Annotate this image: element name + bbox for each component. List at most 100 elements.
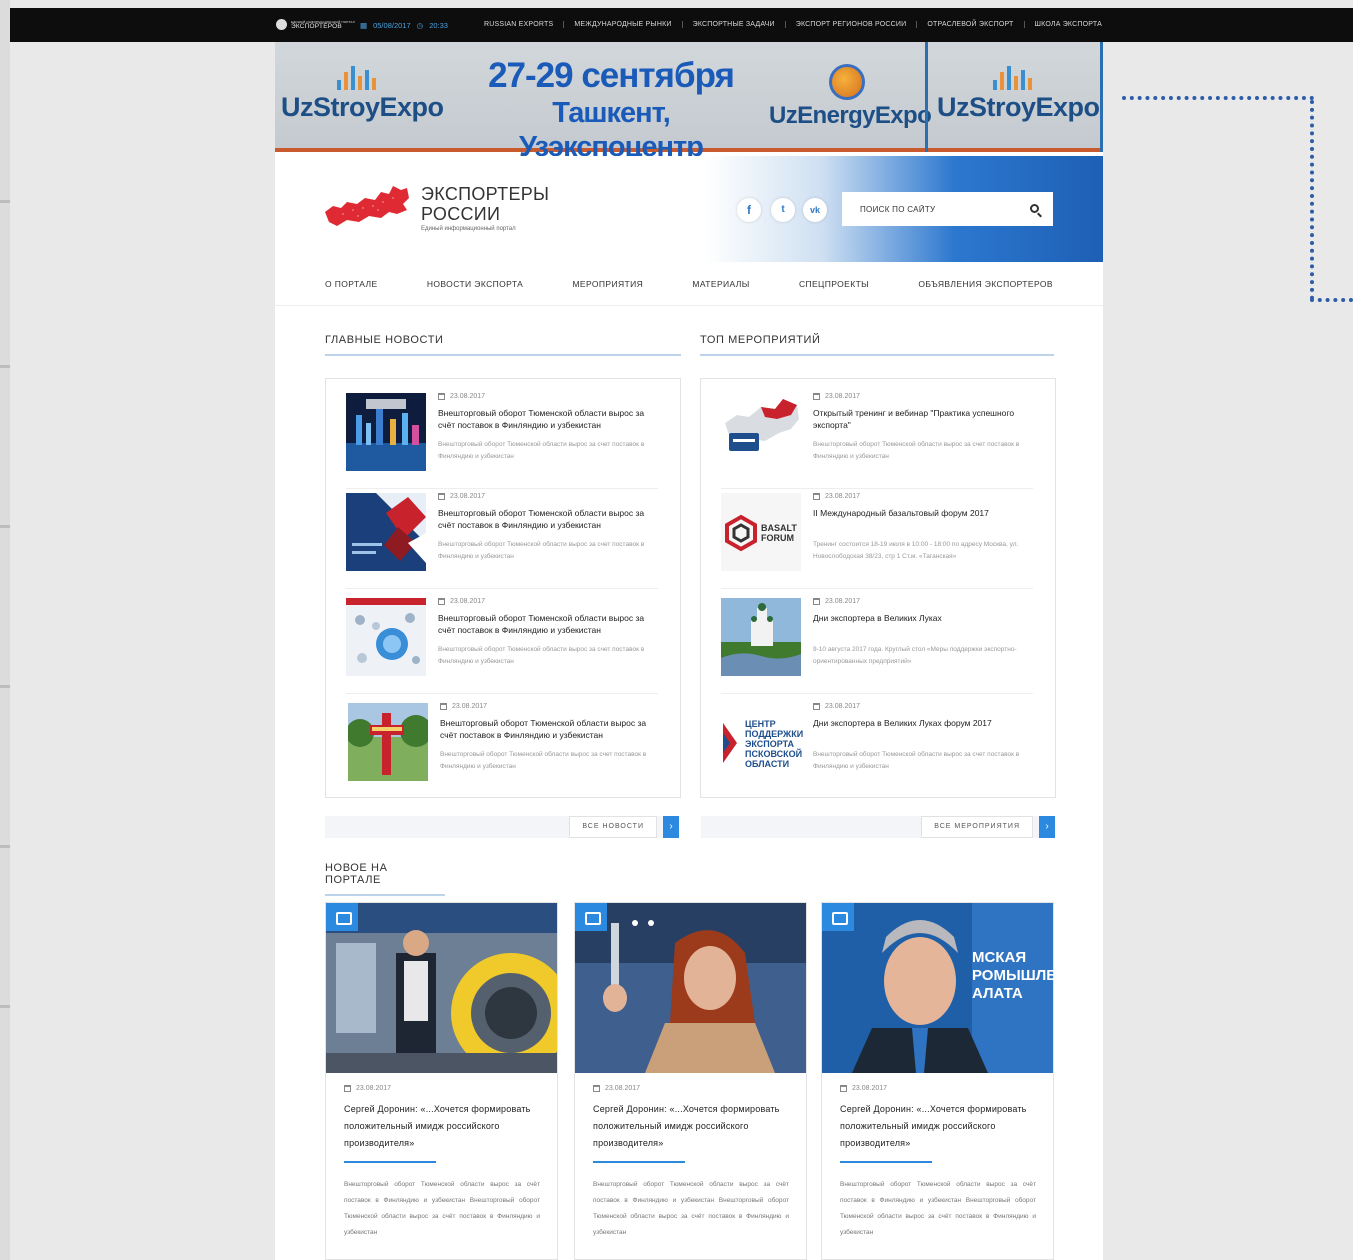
news-desc: Внешторговый оборот Тюменской области вы… — [440, 751, 647, 770]
event-thumb-map — [721, 393, 801, 471]
search-box — [842, 192, 1053, 226]
time-text: 20:33 — [429, 21, 448, 30]
site-container: UzStroyExpo 27-29 сентября Ташкент, Узэк… — [275, 42, 1103, 1260]
facebook-icon[interactable]: f — [737, 198, 761, 222]
news-title[interactable]: Внешторговый оборот Тюменской области вы… — [438, 507, 663, 531]
nav-item-events[interactable]: МЕРОПРИЯТИЯ — [572, 279, 643, 289]
event-item[interactable]: ЦЕНТР ПОДДЕРЖКИ ЭКСПОРТА ПСКОВСКОЙ ОБЛАС… — [721, 703, 1033, 799]
news-thumb-city — [346, 393, 426, 471]
dotted-line-decoration — [1310, 100, 1314, 300]
event-item[interactable]: 23.08.2017 Дни экспортера в Великих Лука… — [721, 598, 1033, 694]
vk-icon[interactable]: vk — [803, 198, 827, 222]
events-box: 23.08.2017 Открытый тренинг и вебинар "П… — [700, 378, 1056, 798]
datetime: ▦ 05/08/2017 ◷ 20:33 — [360, 21, 448, 30]
nav-item-special[interactable]: СПЕЦПРОЕКТЫ — [799, 279, 869, 289]
nav-item-news[interactable]: НОВОСТИ ЭКСПОРТА — [427, 279, 523, 289]
mini-logo-line2: ЭКСПОРТЕРОВ — [291, 22, 342, 30]
camera-icon — [575, 903, 607, 931]
card-desc: Внешторговый оборот Тюменской области вы… — [344, 1181, 540, 1236]
clock-icon: ◷ — [416, 21, 424, 30]
top-nav-item[interactable]: ШКОЛА ЭКСПОРТА — [1023, 21, 1112, 28]
news-item[interactable]: 23.08.2017 Внешторговый оборот Тюменской… — [346, 493, 658, 589]
banner-date: 27-29 сентября — [488, 56, 735, 95]
news-desc: Внешторговый оборот Тюменской области вы… — [438, 646, 645, 665]
news-more-bar: ВСЕ НОВОСТИ › — [325, 816, 679, 838]
top-nav-item[interactable]: МЕЖДУНАРОДНЫЕ РЫНКИ — [563, 21, 681, 28]
site-title[interactable]: ЭКСПОРТЕРЫ РОССИИ — [421, 184, 549, 224]
main-nav: О ПОРТАЛЕ НОВОСТИ ЭКСПОРТА МЕРОПРИЯТИЯ М… — [275, 262, 1103, 306]
calendar-icon — [813, 393, 820, 400]
top-bar: ЕДИНЫЙ ИНФОРМАЦИОННЫЙ ПОРТАЛ ЭКСПОРТЕРОВ… — [10, 8, 1353, 42]
center-label: ЦЕНТР ПОДДЕРЖКИ ЭКСПОРТА ПСКОВСКОЙ ОБЛАС… — [745, 719, 804, 769]
search-input[interactable] — [842, 192, 1022, 226]
card-title[interactable]: Сергей Доронин: «...Хочется формировать … — [593, 1101, 793, 1152]
uzenergyexpo-logo: UzEnergyExpo — [769, 64, 932, 130]
uzstroyexpo-logo-left: UzStroyExpo — [281, 64, 444, 123]
globe-icon — [276, 19, 287, 30]
news-item[interactable]: 23.08.2017 Внешторговый оборот Тюменской… — [346, 598, 658, 694]
news-item[interactable]: 23.08.2017 Внешторговый оборот Тюменской… — [346, 393, 658, 489]
news-title[interactable]: Внешторговый оборот Тюменской области вы… — [440, 717, 665, 741]
top-nav-item[interactable]: ЭКСПОРТНЫЕ ЗАДАЧИ — [681, 21, 785, 28]
event-title[interactable]: Дни экспортера в Великих Лукаx форум 201… — [813, 717, 1038, 729]
card-photo-award — [575, 903, 806, 1073]
section-title-portal: НОВОЕ НА ПОРТАЛЕ — [325, 862, 445, 896]
portal-card[interactable]: 23.08.2017 Сергей Доронин: «...Хочется ф… — [325, 902, 558, 1260]
event-title[interactable]: II Международный базальтовый форум 2017 — [813, 507, 1038, 519]
arrow-logo-icon — [723, 723, 737, 763]
left-side-strip — [0, 0, 10, 1260]
card-title[interactable]: Сергей Доронин: «...Хочется формировать … — [344, 1101, 544, 1152]
mini-logo[interactable]: ЕДИНЫЙ ИНФОРМАЦИОННЫЙ ПОРТАЛ ЭКСПОРТЕРОВ — [276, 19, 355, 30]
news-thumb-infographic — [346, 598, 426, 676]
card-underline — [344, 1161, 436, 1163]
camera-icon — [822, 903, 854, 931]
calendar-icon — [813, 598, 820, 605]
calendar-icon — [440, 703, 447, 710]
nav-item-materials[interactable]: МАТЕРИАЛЫ — [692, 279, 749, 289]
card-underline — [593, 1161, 685, 1163]
section-title-news: ГЛАВНЫЕ НОВОСТИ — [325, 334, 681, 356]
dotted-line-decoration — [1122, 96, 1314, 100]
calendar-icon — [813, 493, 820, 500]
event-desc: 9-10 августа 2017 года. Круглый стол «Ме… — [813, 646, 1017, 665]
event-desc: Внешторговый оборот Тюменской области вы… — [813, 441, 1020, 460]
chevron-right-icon[interactable]: › — [1039, 816, 1055, 838]
calendar-icon — [593, 1085, 600, 1092]
card-photo-exhibition — [326, 903, 557, 1073]
twitter-icon[interactable]: t — [771, 198, 795, 222]
nav-item-about[interactable]: О ПОРТАЛЕ — [325, 279, 378, 289]
calendar-icon — [438, 598, 445, 605]
event-thumb-kremlin — [721, 598, 801, 676]
event-title[interactable]: Дни экспортера в Великих Луках — [813, 612, 1038, 624]
event-item[interactable]: BASALT FORUM 23.08.2017 II Международный… — [721, 493, 1033, 589]
news-title[interactable]: Внешторговый оборот Тюменской области вы… — [438, 612, 663, 636]
portal-card[interactable]: МСКАЯ РОМЫШЛЕ АЛАТА 23.08.2017 Сергей До… — [821, 902, 1056, 1260]
top-nav-item[interactable]: ОТРАСЛЕВОЙ ЭКСПОРТ — [916, 21, 1023, 28]
uzstroyexpo-logo-right: UzStroyExpo — [937, 64, 1100, 123]
top-nav-item[interactable]: RUSSIAN EXPORTS — [474, 21, 563, 28]
banner-headline: 27-29 сентября Ташкент, Узэкспоцентр — [461, 56, 761, 164]
date-text: 05/08/2017 — [373, 21, 411, 30]
all-news-button[interactable]: ВСЕ НОВОСТИ — [569, 816, 657, 838]
dotted-line-decoration — [1310, 298, 1353, 302]
news-thumb-brochure — [346, 493, 426, 571]
top-nav-item[interactable]: ЭКСПОРТ РЕГИОНОВ РОССИИ — [784, 21, 917, 28]
site-header: ЭКСПОРТЕРЫ РОССИИ Единый информационный … — [275, 156, 1103, 262]
search-icon[interactable] — [1030, 204, 1039, 213]
news-title[interactable]: Внешторговый оборот Тюменской области вы… — [438, 407, 663, 431]
portal-card[interactable]: 23.08.2017 Сергей Доронин: «...Хочется ф… — [574, 902, 807, 1260]
chevron-right-icon[interactable]: › — [663, 816, 679, 838]
news-item[interactable]: 23.08.2017 Внешторговый оборот Тюменской… — [346, 703, 658, 799]
russia-map-logo[interactable] — [323, 180, 411, 232]
site-subtitle: Единый информационный портал — [421, 226, 516, 232]
expo-banner[interactable]: UzStroyExpo 27-29 сентября Ташкент, Узэк… — [275, 42, 1103, 163]
card-title[interactable]: Сергей Доронин: «...Хочется формировать … — [840, 1101, 1040, 1152]
nav-item-ads[interactable]: ОБЪЯВЛЕНИЯ ЭКСПОРТЕРОВ — [918, 279, 1053, 289]
section-title-events: ТОП МЕРОПРИЯТИЙ — [700, 334, 1054, 356]
calendar-icon — [438, 493, 445, 500]
calendar-icon — [438, 393, 445, 400]
event-item[interactable]: 23.08.2017 Открытый тренинг и вебинар "П… — [721, 393, 1033, 489]
event-desc: Тренинг состоится 18-19 июля в 10:00 - 1… — [813, 541, 1019, 560]
all-events-button[interactable]: ВСЕ МЕРОПРИЯТИЯ — [921, 816, 1033, 838]
event-title[interactable]: Открытый тренинг и вебинар "Практика усп… — [813, 407, 1038, 431]
